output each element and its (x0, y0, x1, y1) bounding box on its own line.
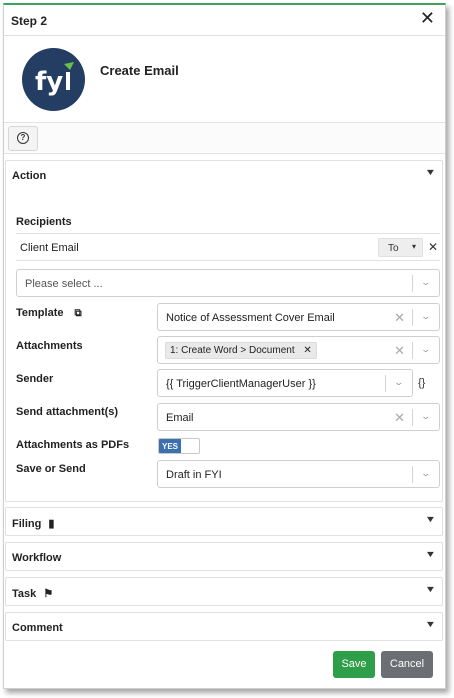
save-or-send-select[interactable]: Draft in FYI ⌄ (157, 460, 440, 488)
chevron-down-icon[interactable]: ⌄ (421, 468, 432, 479)
chevron-down-icon[interactable]: ⌄ (421, 277, 432, 288)
action-section-title: Action (12, 170, 47, 182)
recipients-label: Recipients (16, 216, 72, 228)
send-attachments-value: Email (166, 412, 194, 424)
attachments-select[interactable]: 1: Create Word > Document ✕ ✕ ⌄ (157, 336, 440, 364)
select-separator (385, 375, 386, 392)
recipient-select-placeholder: Please select ... (25, 278, 103, 290)
caret-down-icon: ▾ (411, 242, 416, 251)
attachment-tag-label: 1: Create Word > Document (170, 345, 295, 356)
cancel-button[interactable]: Cancel (381, 651, 433, 678)
action-section: Action ▼ Recipients Client Email To ▾ ✕ … (5, 160, 443, 502)
clear-icon[interactable]: ✕ (394, 343, 405, 359)
recipient-value: Client Email (20, 242, 79, 254)
template-label: Template ⧉ (16, 307, 82, 319)
chevron-down-icon[interactable]: ⌄ (421, 411, 432, 422)
sender-label: Sender (16, 373, 54, 385)
chevron-down-icon[interactable]: ▼ (425, 167, 437, 177)
external-link-icon[interactable]: ⧉ (75, 308, 82, 319)
action-section-header[interactable]: Action ▼ (6, 161, 442, 189)
fyi-logo: fy (22, 48, 85, 111)
recipient-row: Client Email To ▾ ✕ (16, 233, 440, 261)
chevron-down-icon[interactable]: ▼ (425, 619, 437, 629)
select-separator (412, 466, 413, 483)
attachment-tag: 1: Create Word > Document ✕ (165, 342, 317, 359)
clear-icon[interactable]: ✕ (394, 410, 405, 426)
workflow-section[interactable]: Workflow ▼ (5, 542, 443, 571)
task-section[interactable]: Task ⚑ ▼ (5, 577, 443, 606)
select-separator (412, 409, 413, 426)
chevron-down-icon[interactable]: ⌄ (421, 344, 432, 355)
comment-section-title: Comment (12, 622, 63, 634)
sender-value: {{ TriggerClientManagerUser }} (166, 378, 316, 390)
chevron-down-icon[interactable]: ▼ (425, 514, 437, 524)
toolbar: ? (4, 122, 445, 154)
recipient-type-value: To (388, 243, 399, 254)
remove-tag-icon[interactable]: ✕ (303, 345, 311, 356)
template-select[interactable]: Notice of Assessment Cover Email ✕ ⌄ (157, 303, 440, 331)
save-button[interactable]: Save (333, 651, 375, 678)
document-icon: ▮ (48, 518, 55, 530)
attachments-as-pdfs-label: Attachments as PDFs (16, 439, 130, 451)
select-separator (412, 309, 413, 326)
flag-icon: ⚑ (43, 588, 54, 600)
dialog-header: Step 2 ✕ (4, 5, 445, 36)
select-separator (412, 275, 413, 292)
save-or-send-label: Save or Send (16, 463, 86, 475)
fyi-logo-mark: fy (35, 62, 74, 97)
recipient-select[interactable]: Please select ... ⌄ (16, 269, 440, 297)
step-title: Step 2 (11, 14, 48, 28)
filing-section[interactable]: Filing ▮ ▼ (5, 507, 443, 536)
chevron-down-icon[interactable]: ▼ (425, 584, 437, 594)
send-attachments-label: Send attachment(s) (16, 406, 119, 418)
comment-section[interactable]: Comment ▼ (5, 612, 443, 641)
step-name: Create Email (100, 63, 179, 78)
clear-icon[interactable]: ✕ (394, 310, 405, 326)
template-value: Notice of Assessment Cover Email (166, 312, 335, 324)
help-button[interactable]: ? (8, 126, 38, 151)
filing-section-title: Filing ▮ (12, 518, 55, 530)
chevron-down-icon[interactable]: ⌄ (421, 311, 432, 322)
select-separator (412, 342, 413, 359)
sender-select[interactable]: {{ TriggerClientManagerUser }} ⌄ (157, 369, 413, 397)
recipient-type-select[interactable]: To ▾ (378, 238, 423, 257)
svg-text:fy: fy (35, 67, 63, 97)
attachments-label: Attachments (16, 340, 83, 352)
close-icon[interactable]: ✕ (420, 9, 435, 27)
remove-recipient-icon[interactable]: ✕ (428, 240, 438, 254)
workflow-section-title: Workflow (12, 552, 62, 564)
chevron-down-icon[interactable]: ▼ (425, 549, 437, 559)
save-or-send-value: Draft in FYI (166, 469, 222, 481)
pdf-toggle-on-label: YES (159, 439, 181, 453)
send-attachments-select[interactable]: Email ✕ ⌄ (157, 403, 440, 431)
pdf-toggle[interactable]: YES (158, 438, 200, 454)
task-section-title: Task ⚑ (12, 588, 54, 600)
help-icon: ? (17, 132, 29, 144)
braces-icon[interactable]: {} (418, 377, 425, 389)
chevron-down-icon[interactable]: ⌄ (394, 377, 405, 388)
step-dialog: Step 2 ✕ fy Create Email ? Action ▼ Reci… (3, 3, 446, 689)
